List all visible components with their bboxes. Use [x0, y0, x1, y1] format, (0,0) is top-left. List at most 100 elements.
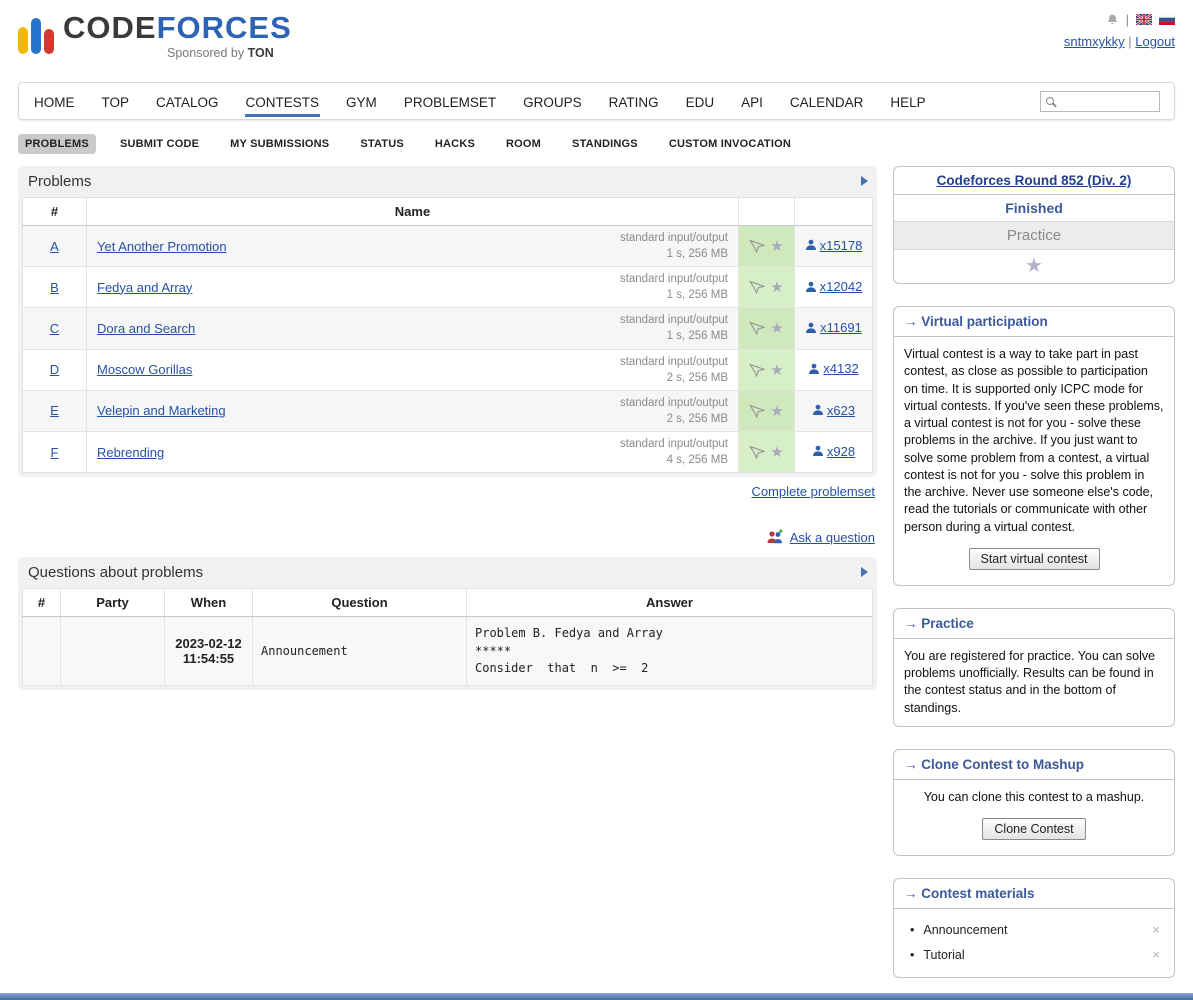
problem-letter-link[interactable]: F [51, 445, 59, 460]
material-item: • Tutorial × [908, 942, 1164, 967]
nav-item-problemset[interactable]: PROBLEMSET [403, 86, 497, 117]
solved-count-link[interactable]: x15178 [805, 238, 863, 253]
favorite-star-icon[interactable]: ★ [770, 319, 783, 337]
submit-plane-icon[interactable] [749, 280, 765, 294]
problem-letter-link[interactable]: E [50, 403, 59, 418]
problem-letter-link[interactable]: C [50, 321, 59, 336]
tab-submit-code[interactable]: SUBMIT CODE [113, 134, 206, 154]
solved-count-link[interactable]: x623 [812, 403, 855, 418]
problem-title-link[interactable]: Moscow Gorillas [97, 362, 192, 377]
practice-box: → Practice You are registered for practi… [893, 608, 1175, 727]
search-input[interactable] [1058, 93, 1150, 109]
problem-limits: standard input/output1 s, 256 MB [620, 312, 728, 344]
nav-item-catalog[interactable]: CATALOG [155, 86, 220, 117]
logo-bar-yellow [18, 27, 28, 54]
header: CODEFORCES Sponsored by TON | [0, 0, 1193, 76]
tab-room[interactable]: ROOM [499, 134, 548, 154]
nav-item-help[interactable]: HELP [889, 86, 926, 117]
problem-limits: standard input/output1 s, 256 MB [620, 271, 728, 303]
announcement-link[interactable]: Announcement [923, 923, 1007, 937]
tab-status[interactable]: STATUS [353, 134, 411, 154]
nav-item-api[interactable]: API [740, 86, 764, 117]
problem-limits: standard input/output1 s, 256 MB [620, 230, 728, 262]
nav-item-edu[interactable]: EDU [685, 86, 716, 117]
notification-bell-icon[interactable] [1106, 13, 1119, 27]
question-text: Announcement [253, 617, 467, 686]
problem-limits: standard input/output2 s, 256 MB [620, 354, 728, 386]
problem-title-link[interactable]: Rebrending [97, 445, 164, 460]
q-col-question: Question [253, 589, 467, 617]
clone-mashup-caption: → Clone Contest to Mashup [894, 750, 1174, 780]
problem-letter-link[interactable]: B [50, 280, 59, 295]
problem-letter-link[interactable]: D [50, 362, 59, 377]
q-col-when: When [165, 589, 253, 617]
start-virtual-contest-button[interactable]: Start virtual contest [969, 548, 1100, 570]
collapse-arrow-icon[interactable] [861, 176, 868, 186]
solved-count-link[interactable]: x928 [812, 444, 855, 459]
tab-standings[interactable]: STANDINGS [565, 134, 645, 154]
close-icon[interactable]: × [1150, 947, 1162, 962]
tab-problems[interactable]: PROBLEMS [18, 134, 96, 154]
question-row: 2023-02-12 11:54:55 Announcement Problem… [23, 617, 873, 686]
complete-problemset-link[interactable]: Complete problemset [751, 484, 875, 499]
nav-item-contests[interactable]: CONTESTS [245, 86, 321, 117]
tutorial-link[interactable]: Tutorial [923, 948, 964, 962]
favorite-star-icon[interactable]: ★ [770, 278, 783, 296]
favorite-star-icon[interactable]: ★ [770, 402, 783, 420]
problem-title-link[interactable]: Yet Another Promotion [97, 239, 227, 254]
material-item: • Announcement × [908, 917, 1164, 942]
footer-bar [0, 993, 1193, 1000]
favorite-star-icon[interactable]: ★ [770, 361, 783, 379]
tab-my-submissions[interactable]: MY SUBMISSIONS [223, 134, 336, 154]
clone-mashup-box: → Clone Contest to Mashup You can clone … [893, 749, 1175, 856]
nav-item-top[interactable]: TOP [101, 86, 131, 117]
nav-item-home[interactable]: HOME [33, 86, 76, 117]
submit-plane-icon[interactable] [749, 321, 765, 335]
contest-info-box: Codeforces Round 852 (Div. 2) Finished P… [893, 166, 1175, 284]
tab-custom-invocation[interactable]: CUSTOM INVOCATION [662, 134, 798, 154]
person-icon [812, 404, 824, 416]
codeforces-logo[interactable]: CODEFORCES Sponsored by TON [18, 10, 292, 76]
solved-count-link[interactable]: x11691 [805, 320, 862, 335]
username-link[interactable]: sntmxykky [1064, 34, 1125, 49]
contest-tabs: PROBLEMS SUBMIT CODE MY SUBMISSIONS STAT… [18, 134, 1175, 154]
nav-item-gym[interactable]: GYM [345, 86, 378, 117]
russian-flag-icon[interactable] [1159, 14, 1175, 25]
problem-limits: standard input/output4 s, 256 MB [620, 436, 728, 468]
favorite-star-icon[interactable]: ★ [770, 443, 783, 461]
ask-question-link[interactable]: Ask a question [790, 530, 875, 545]
bullet-icon: • [910, 923, 914, 937]
english-flag-icon[interactable] [1136, 14, 1152, 25]
main-nav: HOME TOP CATALOG CONTESTS GYM PROBLEMSET… [18, 82, 1175, 120]
submit-plane-icon[interactable] [749, 363, 765, 377]
separator: | [1128, 34, 1131, 49]
nav-item-groups[interactable]: GROUPS [522, 86, 583, 117]
search-box [1040, 91, 1160, 112]
solved-count-link[interactable]: x4132 [808, 361, 858, 376]
collapse-arrow-icon[interactable] [861, 567, 868, 577]
clone-contest-button[interactable]: Clone Contest [982, 818, 1085, 840]
nav-item-calendar[interactable]: CALENDAR [789, 86, 865, 117]
problem-title-link[interactable]: Velepin and Marketing [97, 403, 226, 418]
nav-item-rating[interactable]: RATING [608, 86, 660, 117]
logout-link[interactable]: Logout [1135, 34, 1175, 49]
solved-count-link[interactable]: x12042 [805, 279, 863, 294]
bullet-icon: • [910, 948, 914, 962]
logo-forces-text: FORCES [157, 10, 292, 45]
person-icon [808, 363, 820, 375]
problem-letter-link[interactable]: A [50, 239, 59, 254]
problem-limits: standard input/output2 s, 256 MB [620, 395, 728, 427]
questions-caption: Questions about problems [22, 561, 873, 588]
submit-plane-icon[interactable] [749, 404, 765, 418]
tab-hacks[interactable]: HACKS [428, 134, 482, 154]
submit-plane-icon[interactable] [749, 445, 765, 459]
favorite-star-icon[interactable]: ★ [1025, 255, 1043, 277]
favorite-star-icon[interactable]: ★ [770, 237, 783, 255]
problem-row: E Velepin and Marketing standard input/o… [23, 390, 873, 431]
close-icon[interactable]: × [1150, 922, 1162, 937]
problem-title-link[interactable]: Dora and Search [97, 321, 195, 336]
problem-title-link[interactable]: Fedya and Array [97, 280, 192, 295]
submit-plane-icon[interactable] [749, 239, 765, 253]
contest-title-link[interactable]: Codeforces Round 852 (Div. 2) [937, 173, 1132, 188]
ask-question-people-icon [766, 529, 784, 545]
